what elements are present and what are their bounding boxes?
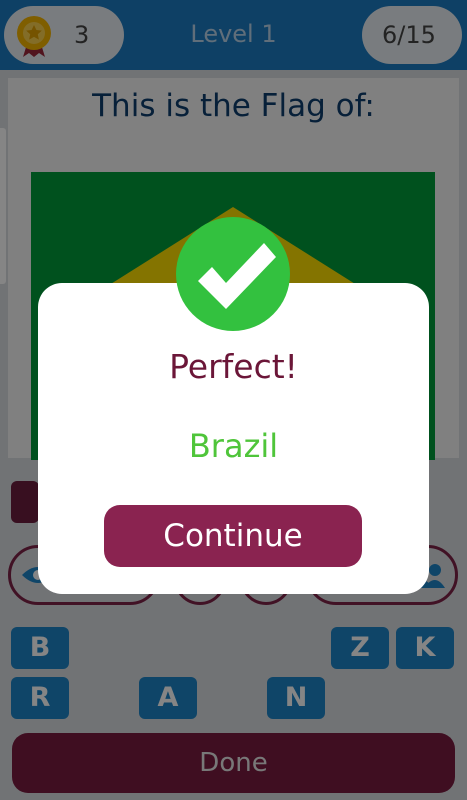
correct-answer: Brazil bbox=[188, 427, 279, 465]
continue-button[interactable]: Continue bbox=[104, 505, 362, 567]
game-screen: 3 Level 1 6/15 This is the Flag of: B Z … bbox=[0, 0, 467, 800]
success-badge bbox=[176, 217, 290, 331]
check-icon bbox=[198, 243, 276, 309]
result-title: Perfect! bbox=[169, 347, 298, 386]
